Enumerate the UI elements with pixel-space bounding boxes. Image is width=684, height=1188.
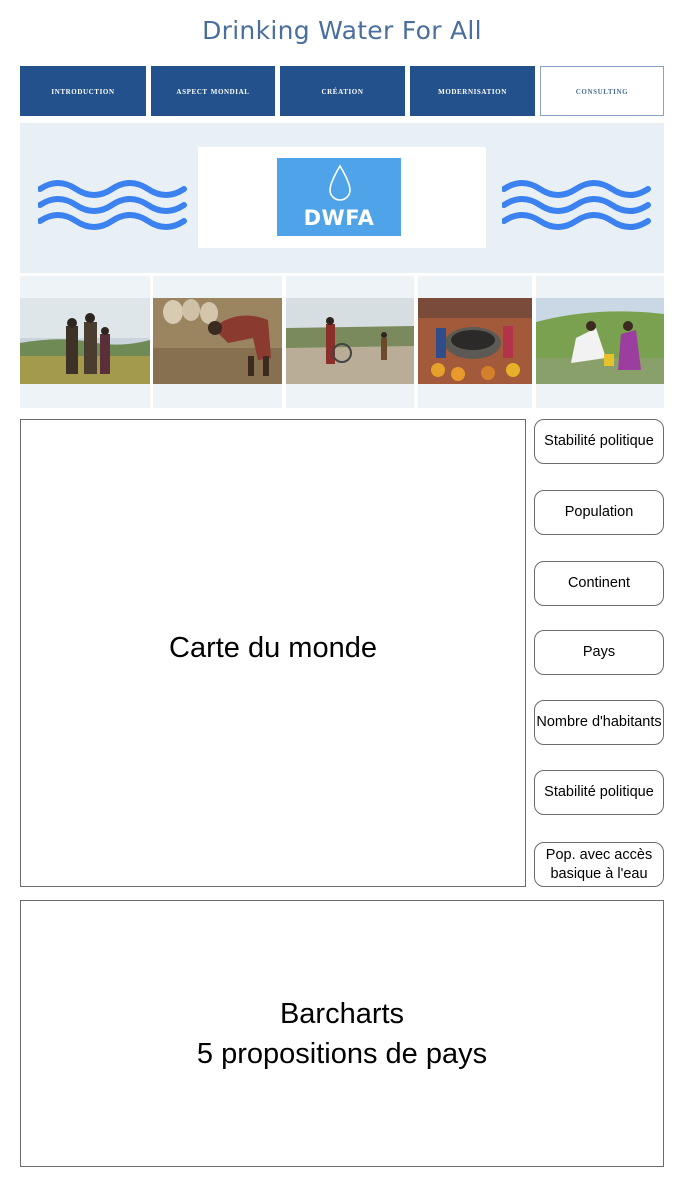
filter-stabilite-politique-button[interactable]: Stabilité politique [534, 419, 664, 464]
photo-card[interactable] [536, 276, 664, 408]
barcharts-subtitle: 5 propositions de pays [196, 1037, 488, 1070]
logo-text: DWFA [303, 206, 375, 230]
hero-banner: DWFA [20, 123, 664, 273]
people-road-photo [286, 298, 414, 384]
map-placeholder-label: Carte du monde [169, 631, 377, 664]
woman-working-photo [153, 298, 282, 384]
dwfa-logo[interactable]: DWFA [277, 158, 401, 236]
filter-acces-eau-button[interactable]: Pop. avec accès basique à l'eau [534, 842, 664, 887]
filter-population-button[interactable]: Population [534, 490, 664, 535]
filter-continent-button[interactable]: Continent [534, 561, 664, 606]
nav-creation[interactable]: Création [280, 66, 405, 116]
page-title: Drinking Water For All [202, 16, 482, 45]
nav-introduction[interactable]: Introduction [20, 66, 146, 116]
barcharts-panel[interactable]: Barcharts 5 propositions de pays [20, 900, 664, 1167]
logo-panel: DWFA [198, 147, 486, 248]
waves-left-icon [38, 180, 187, 230]
children-field-photo [20, 298, 150, 384]
filter-stabilite-politique-2-button[interactable]: Stabilité politique [534, 770, 664, 815]
photo-card[interactable] [20, 276, 150, 408]
photo-card[interactable] [153, 276, 282, 408]
nav-aspect-mondial[interactable]: Aspect mondial [151, 66, 275, 116]
photo-card[interactable] [418, 276, 532, 408]
water-drop-icon [329, 164, 351, 201]
waves-right-icon [502, 180, 651, 230]
barcharts-title: Barcharts [279, 997, 405, 1030]
nav-consulting[interactable]: Consulting [540, 66, 664, 116]
world-map-panel[interactable]: Carte du monde [20, 419, 526, 887]
nav-modernisation[interactable]: Modernisation [410, 66, 535, 116]
filter-pays-button[interactable]: Pays [534, 630, 664, 675]
photo-strip [20, 276, 664, 408]
filter-nombre-habitants-button[interactable]: Nombre d'habitants [534, 700, 664, 745]
photo-card[interactable] [286, 276, 414, 408]
women-water-photo [536, 298, 664, 384]
main-nav: Introduction Aspect mondial Création Mod… [20, 66, 664, 118]
water-well-photo [418, 298, 532, 384]
